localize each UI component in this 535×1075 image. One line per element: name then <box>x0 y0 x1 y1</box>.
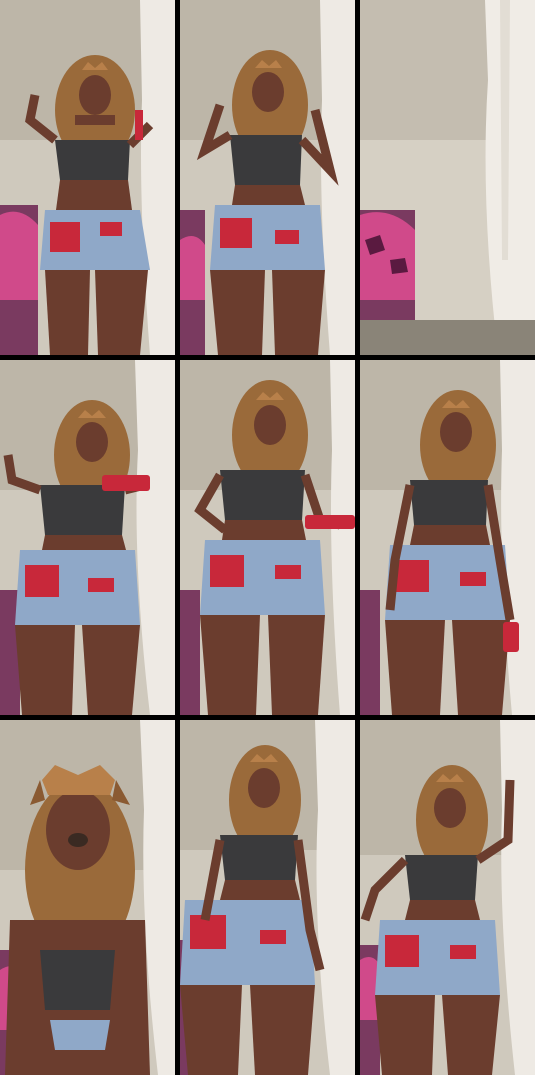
video-frame-3 <box>360 0 535 355</box>
video-frame-9 <box>360 720 535 1075</box>
video-frame-1 <box>0 0 175 355</box>
video-frame-2 <box>180 0 355 355</box>
video-frame-4 <box>0 360 175 715</box>
video-frame-5 <box>180 360 355 715</box>
frame-5-image <box>180 360 355 715</box>
frame-2-image <box>180 0 355 355</box>
frame-6-image <box>360 360 535 715</box>
frame-grid <box>0 0 535 1075</box>
frame-4-image <box>0 360 175 715</box>
video-frame-6 <box>360 360 535 715</box>
frame-1-image <box>0 0 175 355</box>
video-frame-8 <box>180 720 355 1075</box>
video-frame-7 <box>0 720 175 1075</box>
frame-8-image <box>180 720 355 1075</box>
frame-7-image <box>0 720 175 1075</box>
frame-9-image <box>360 720 535 1075</box>
frame-3-image <box>360 0 535 355</box>
